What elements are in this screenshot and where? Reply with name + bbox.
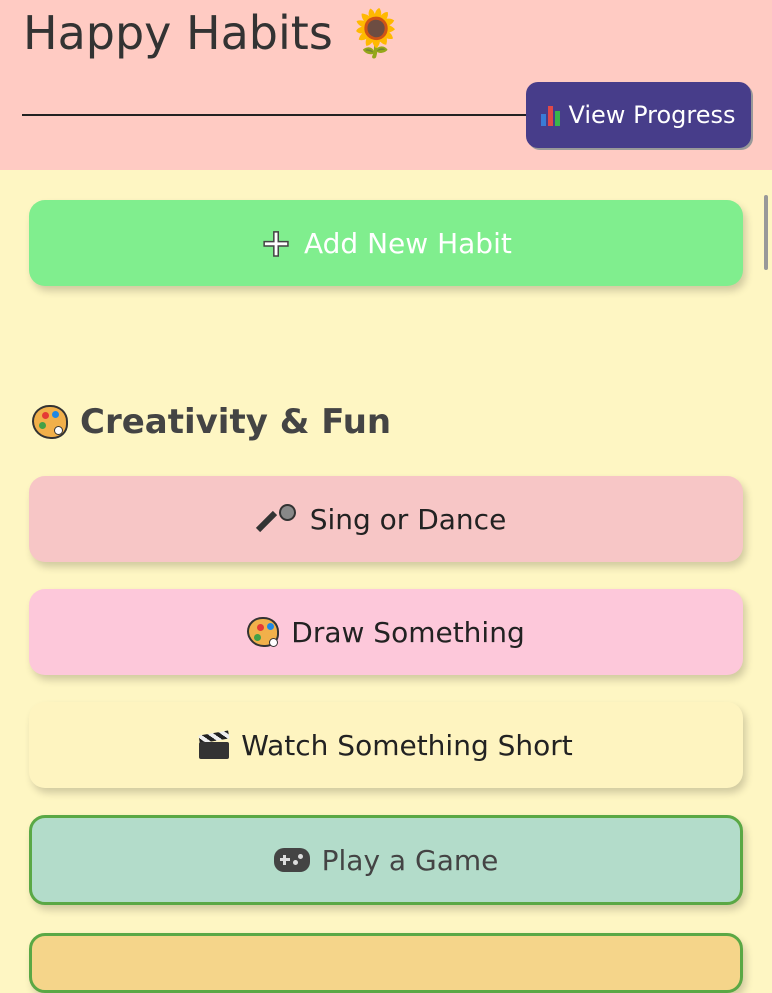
bar-chart-icon [541,104,561,126]
habit-label: Watch Something Short [241,728,573,762]
header-divider [22,114,532,116]
gamepad-icon [273,848,310,872]
palette-icon [32,405,68,439]
view-progress-button[interactable]: View Progress [526,82,751,148]
plus-icon: + [259,221,292,265]
view-progress-label: View Progress [568,101,736,129]
habit-label: Play a Game [321,843,499,877]
sunflower-icon: 🌻 [347,6,405,60]
microphone-icon [255,503,298,535]
add-new-habit-button[interactable]: + Add New Habit [29,200,743,286]
app-header: Happy Habits 🌻 View Progress [0,0,772,170]
add-new-habit-label: Add New Habit [304,226,512,260]
section-title-text: Creativity & Fun [80,402,392,442]
clapper-board-icon [198,730,230,759]
scrollbar-thumb[interactable] [764,195,768,270]
habit-next-partial[interactable] [29,933,743,993]
habit-play-a-game[interactable]: Play a Game [29,815,743,905]
app-title-text: Happy Habits [23,6,333,60]
app-title: Happy Habits 🌻 [23,6,405,61]
habit-draw-something[interactable]: Draw Something [29,589,743,675]
habit-watch-something-short[interactable]: Watch Something Short [29,702,743,788]
habit-label: Draw Something [291,615,525,649]
palette-icon [247,617,280,647]
section-title: Creativity & Fun [32,402,391,442]
habit-sing-or-dance[interactable]: Sing or Dance [29,476,743,562]
habit-label: Sing or Dance [309,502,507,536]
